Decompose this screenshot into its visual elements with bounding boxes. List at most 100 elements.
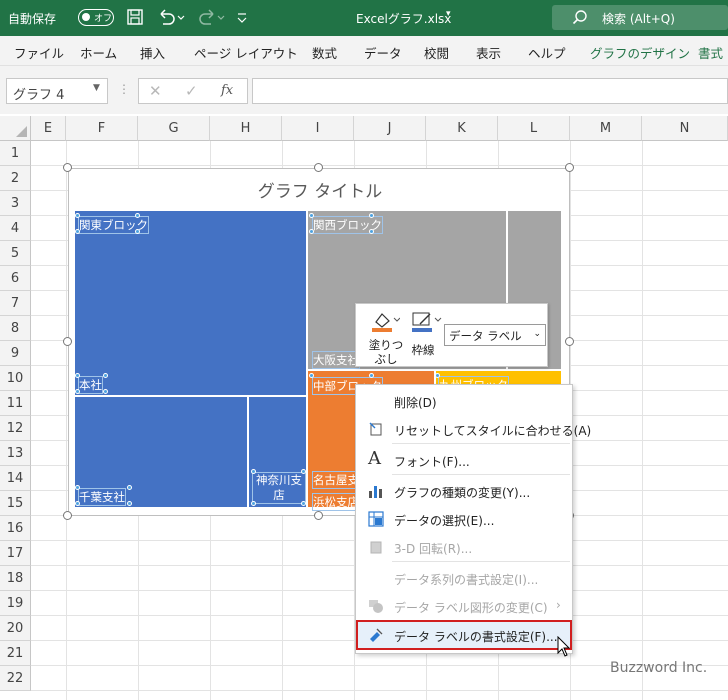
- chart-resize-handle[interactable]: [314, 511, 323, 520]
- label-handle[interactable]: [103, 389, 108, 394]
- chevron-down-icon[interactable]: ▾: [446, 9, 451, 19]
- chart-title[interactable]: グラフ タイトル: [69, 177, 571, 202]
- enter-icon[interactable]: ✓: [185, 82, 198, 100]
- label-handle[interactable]: [135, 213, 140, 218]
- row-header[interactable]: 17: [0, 541, 31, 566]
- menu-item-change-chart-type[interactable]: グラフの種類の変更(Y)...: [356, 478, 572, 504]
- chart-resize-handle[interactable]: [63, 511, 72, 520]
- save-icon[interactable]: [126, 8, 144, 29]
- row-header[interactable]: 16: [0, 516, 31, 541]
- menu-item-select-data[interactable]: データの選択(E)...: [356, 506, 572, 532]
- chart-resize-handle[interactable]: [565, 337, 574, 346]
- tab-file[interactable]: ファイル: [14, 43, 64, 62]
- tab-formulas[interactable]: 数式: [312, 43, 337, 62]
- row-header[interactable]: 22: [0, 666, 31, 691]
- label-handle[interactable]: [435, 373, 440, 378]
- row-header[interactable]: 14: [0, 466, 31, 491]
- outline-button[interactable]: 枠線: [408, 310, 442, 360]
- column-header-g[interactable]: G: [138, 116, 210, 141]
- tile-kanto-honsha[interactable]: [75, 211, 308, 397]
- cancel-icon[interactable]: ✕: [149, 82, 162, 100]
- menu-item-reset-style[interactable]: リセットしてスタイルに合わせる(A): [356, 416, 591, 442]
- label-handle[interactable]: [309, 229, 314, 234]
- label-handle[interactable]: [301, 501, 306, 506]
- row-header[interactable]: 21: [0, 641, 31, 666]
- select-all-corner[interactable]: [0, 116, 31, 141]
- row-header[interactable]: 10: [0, 366, 31, 391]
- column-header-k[interactable]: K: [426, 116, 498, 141]
- undo-icon[interactable]: [156, 8, 186, 29]
- tab-review[interactable]: 校閲: [424, 43, 449, 62]
- column-header-f[interactable]: F: [66, 116, 138, 141]
- data-label-honsha[interactable]: 本社: [78, 376, 103, 394]
- data-label-hamamatsu[interactable]: 浜松支店: [312, 493, 360, 511]
- chart-resize-handle[interactable]: [63, 163, 72, 172]
- label-handle[interactable]: [103, 373, 108, 378]
- column-header-i[interactable]: I: [282, 116, 354, 141]
- label-handle[interactable]: [75, 389, 80, 394]
- row-header[interactable]: 7: [0, 291, 31, 316]
- tab-chart-design[interactable]: グラフのデザイン: [590, 43, 690, 62]
- fill-button[interactable]: 塗りつぶし: [366, 310, 403, 366]
- data-label-osaka[interactable]: 大阪支社: [312, 351, 360, 369]
- label-handle[interactable]: [251, 501, 256, 506]
- customize-qat-icon[interactable]: [236, 8, 248, 29]
- row-header[interactable]: 2: [0, 166, 31, 191]
- row-header[interactable]: 12: [0, 416, 31, 441]
- row-header[interactable]: 8: [0, 316, 31, 341]
- row-header[interactable]: 1: [0, 141, 31, 166]
- row-header[interactable]: 15: [0, 491, 31, 516]
- label-handle[interactable]: [75, 229, 80, 234]
- chart-resize-handle[interactable]: [565, 163, 574, 172]
- tab-home[interactable]: ホーム: [80, 43, 117, 62]
- column-header-n[interactable]: N: [642, 116, 728, 141]
- column-header-e[interactable]: E: [31, 116, 66, 141]
- column-header-j[interactable]: J: [354, 116, 426, 141]
- row-header[interactable]: 6: [0, 266, 31, 291]
- chart-element-select[interactable]: データ ラベル ⌄: [444, 324, 546, 346]
- data-label-chiba[interactable]: 千葉支社: [78, 488, 126, 506]
- column-header-m[interactable]: M: [570, 116, 642, 141]
- label-handle[interactable]: [75, 213, 80, 218]
- redo-icon[interactable]: [196, 8, 226, 29]
- function-icon[interactable]: fx: [221, 83, 233, 98]
- menu-item-format-data-labels[interactable]: データ ラベルの書式設定(F)...: [356, 620, 572, 650]
- label-handle[interactable]: [75, 373, 80, 378]
- search-box[interactable]: 検索 (Alt+Q): [552, 5, 728, 30]
- label-handle[interactable]: [251, 469, 256, 474]
- label-handle[interactable]: [369, 229, 374, 234]
- row-header[interactable]: 20: [0, 616, 31, 641]
- row-header[interactable]: 3: [0, 191, 31, 216]
- row-header[interactable]: 19: [0, 591, 31, 616]
- menu-item-format-series[interactable]: データ系列の書式設定(I)...: [356, 565, 572, 591]
- label-handle[interactable]: [369, 213, 374, 218]
- label-handle[interactable]: [309, 373, 314, 378]
- label-handle[interactable]: [301, 469, 306, 474]
- row-header[interactable]: 13: [0, 441, 31, 466]
- tab-insert[interactable]: 挿入: [140, 43, 165, 62]
- menu-item-delete[interactable]: 削除(D): [356, 388, 572, 414]
- menu-item-3d-rotation[interactable]: 3-D 回転(R)...: [356, 534, 572, 560]
- data-label-kanagawa[interactable]: 神奈川支店: [252, 472, 306, 504]
- chart-resize-handle[interactable]: [63, 337, 72, 346]
- menu-item-font[interactable]: A フォント(F)...: [356, 447, 572, 473]
- autosave-toggle[interactable]: オフ: [78, 9, 114, 26]
- label-handle[interactable]: [75, 485, 80, 490]
- column-header-h[interactable]: H: [210, 116, 282, 141]
- data-label-nagoya[interactable]: 名古屋支: [312, 471, 360, 489]
- row-header[interactable]: 9: [0, 341, 31, 366]
- label-handle[interactable]: [135, 229, 140, 234]
- label-handle[interactable]: [127, 501, 132, 506]
- label-handle[interactable]: [309, 213, 314, 218]
- chart-resize-handle[interactable]: [314, 163, 323, 172]
- row-header[interactable]: 18: [0, 566, 31, 591]
- formula-input[interactable]: [252, 78, 728, 104]
- row-header[interactable]: 11: [0, 391, 31, 416]
- tab-page-layout[interactable]: ページ レイアウト: [194, 43, 298, 62]
- tab-format[interactable]: 書式: [698, 43, 723, 62]
- menu-item-change-label-shape[interactable]: データ ラベル図形の変更(C) ›: [356, 593, 572, 619]
- tab-view[interactable]: 表示: [476, 43, 501, 62]
- tab-help[interactable]: ヘルプ: [528, 43, 566, 62]
- label-handle[interactable]: [369, 373, 374, 378]
- row-header[interactable]: 5: [0, 241, 31, 266]
